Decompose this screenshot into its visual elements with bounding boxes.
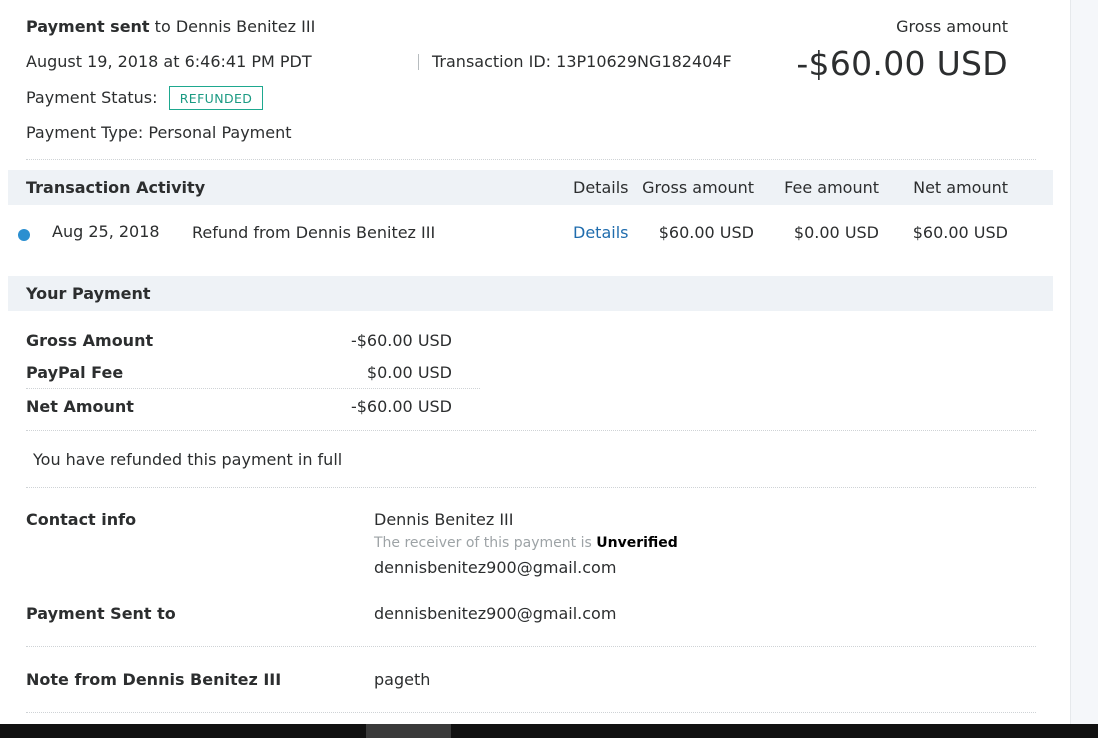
net-amount-value: -$60.00 USD	[350, 397, 452, 416]
activity-description: Refund from Dennis Benitez III	[192, 223, 436, 242]
your-payment-title: Your Payment	[26, 284, 151, 303]
divider	[26, 430, 1036, 431]
contact-info-label: Contact info	[26, 510, 137, 529]
payment-sent-to-value: dennisbenitez900@gmail.com	[374, 604, 617, 623]
payment-type: Payment Type: Personal Payment	[26, 123, 292, 142]
activity-dot-icon	[18, 229, 30, 241]
col-gross: Gross amount	[642, 178, 754, 197]
payment-datetime: August 19, 2018 at 6:46:41 PM PDT	[26, 52, 312, 71]
horizontal-scrollbar[interactable]	[0, 724, 1098, 738]
payment-sent-to: to Dennis Benitez III	[149, 17, 316, 36]
divider	[26, 487, 1036, 488]
status-badge: REFUNDED	[169, 86, 263, 110]
divider	[26, 646, 1036, 647]
divider	[26, 388, 480, 389]
paypal-fee-value: $0.00 USD	[366, 363, 452, 382]
payment-sent-bold: Payment sent	[26, 17, 150, 36]
note-label: Note from Dennis Benitez III	[26, 670, 282, 689]
gross-amount-value: -$60.00 USD	[796, 44, 1008, 83]
receiver-text: The receiver of this payment is	[374, 535, 597, 551]
divider	[26, 159, 1036, 160]
receiver-status: Unverified	[596, 535, 678, 551]
activity-net: $60.00 USD	[912, 223, 1008, 242]
col-fee: Fee amount	[784, 178, 879, 197]
contact-email: dennisbenitez900@gmail.com	[374, 558, 617, 577]
scrollbar-thumb[interactable]	[366, 724, 451, 738]
contact-name: Dennis Benitez III	[374, 510, 514, 529]
payment-sent-heading: Payment sent to Dennis Benitez III	[26, 17, 315, 36]
activity-date: Aug 25, 2018	[52, 222, 160, 241]
col-details: Details	[573, 178, 629, 197]
header-divider	[418, 54, 419, 70]
net-amount-label: Net Amount	[26, 397, 134, 416]
page-side-gutter	[1070, 0, 1098, 724]
gross-amount-row-label: Gross Amount	[26, 331, 154, 350]
your-payment-band	[8, 276, 1053, 311]
transaction-details-page: Payment sent to Dennis Benitez III Augus…	[0, 0, 1070, 724]
payment-sent-to-label: Payment Sent to	[26, 604, 176, 623]
refund-note: You have refunded this payment in full	[33, 450, 343, 469]
divider	[26, 712, 1036, 713]
activity-gross: $60.00 USD	[658, 223, 754, 242]
col-net: Net amount	[913, 178, 1008, 197]
transaction-id: Transaction ID: 13P10629NG182404F	[432, 52, 732, 71]
activity-fee: $0.00 USD	[793, 223, 879, 242]
note-value: pageth	[374, 670, 431, 689]
gross-amount-label: Gross amount	[896, 17, 1008, 36]
paypal-fee-label: PayPal Fee	[26, 363, 124, 382]
receiver-status-line: The receiver of this payment is Unverifi…	[374, 535, 678, 551]
activity-details-link[interactable]: Details	[573, 223, 628, 242]
activity-title: Transaction Activity	[26, 178, 206, 197]
payment-status-label: Payment Status:	[26, 88, 158, 107]
gross-amount-row-value: -$60.00 USD	[350, 331, 452, 350]
